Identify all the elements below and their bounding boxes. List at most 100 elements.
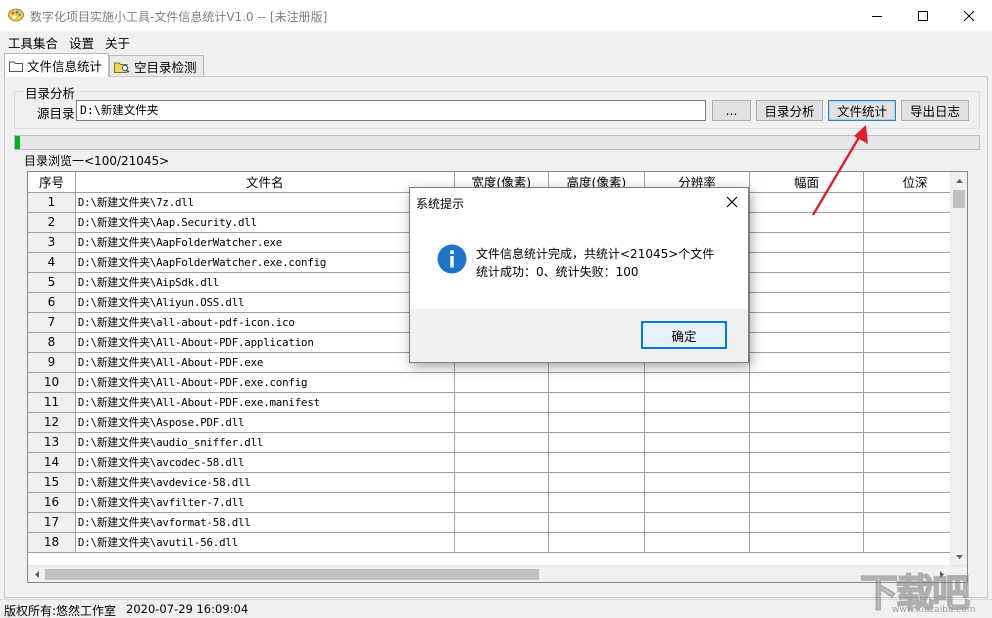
- row-filename-cell[interactable]: D:\新建文件夹\Aspose.PDF.dll: [75, 412, 455, 433]
- table-row[interactable]: 17 D:\新建文件夹\avformat-58.dll: [28, 512, 967, 533]
- row-empty-cell[interactable]: [749, 372, 864, 393]
- row-filename-cell[interactable]: D:\新建文件夹\avcodec-58.dll: [75, 452, 455, 473]
- row-empty-cell[interactable]: [749, 432, 864, 453]
- row-empty-cell[interactable]: [548, 412, 645, 433]
- tab-empty-dir[interactable]: 空目录检测: [109, 55, 204, 77]
- row-empty-cell[interactable]: [749, 272, 864, 293]
- row-empty-cell[interactable]: [749, 292, 864, 313]
- row-empty-cell[interactable]: [644, 412, 751, 433]
- row-empty-cell[interactable]: [454, 432, 549, 453]
- row-empty-cell[interactable]: [454, 412, 549, 433]
- table-row[interactable]: 14 D:\新建文件夹\avcodec-58.dll: [28, 452, 967, 473]
- menu-about[interactable]: 关于: [97, 31, 133, 51]
- row-empty-cell[interactable]: [548, 432, 645, 453]
- row-empty-cell[interactable]: [749, 312, 864, 333]
- export-log-button[interactable]: 导出日志: [901, 100, 969, 121]
- row-filename-cell[interactable]: D:\新建文件夹\avformat-58.dll: [75, 512, 455, 533]
- app-icon: [8, 8, 24, 22]
- close-icon[interactable]: [724, 194, 740, 210]
- row-empty-cell[interactable]: [454, 492, 549, 513]
- dialog-ok-button[interactable]: 确定: [641, 321, 727, 349]
- row-index-cell: 5: [28, 272, 76, 293]
- row-empty-cell[interactable]: [548, 492, 645, 513]
- row-empty-cell[interactable]: [454, 392, 549, 413]
- row-empty-cell[interactable]: [548, 452, 645, 473]
- row-empty-cell[interactable]: [749, 492, 864, 513]
- horizontal-scrollbar[interactable]: [28, 565, 967, 582]
- vertical-scroll-thumb[interactable]: [953, 190, 965, 208]
- row-empty-cell[interactable]: [749, 452, 864, 473]
- row-empty-cell[interactable]: [749, 472, 864, 493]
- row-empty-cell[interactable]: [454, 372, 549, 393]
- tab-file-stats[interactable]: 文件信息统计: [4, 53, 110, 77]
- row-filename-cell[interactable]: D:\新建文件夹\avutil-56.dll: [75, 532, 455, 553]
- row-filename-cell[interactable]: D:\新建文件夹\AapFolderWatcher.exe: [75, 232, 455, 253]
- table-row[interactable]: 15 D:\新建文件夹\avdevice-58.dll: [28, 472, 967, 493]
- row-empty-cell[interactable]: [644, 372, 751, 393]
- row-empty-cell[interactable]: [749, 252, 864, 273]
- row-filename-cell[interactable]: D:\新建文件夹\audio_sniffer.dll: [75, 432, 455, 453]
- scroll-up-icon[interactable]: [951, 172, 967, 189]
- row-filename-cell[interactable]: D:\新建文件夹\AipSdk.dll: [75, 272, 455, 293]
- row-empty-cell[interactable]: [749, 412, 864, 433]
- menu-tools[interactable]: 工具集合: [0, 31, 61, 51]
- row-empty-cell[interactable]: [644, 472, 751, 493]
- row-filename-cell[interactable]: D:\新建文件夹\7z.dll: [75, 192, 455, 213]
- row-empty-cell[interactable]: [548, 512, 645, 533]
- row-empty-cell[interactable]: [454, 532, 549, 553]
- row-filename-cell[interactable]: D:\新建文件夹\All-About-PDF.exe: [75, 352, 455, 373]
- row-index-cell: 9: [28, 352, 76, 373]
- row-filename-cell[interactable]: D:\新建文件夹\Aap.Security.dll: [75, 212, 455, 233]
- row-empty-cell[interactable]: [548, 472, 645, 493]
- row-empty-cell[interactable]: [644, 512, 751, 533]
- scroll-left-icon[interactable]: [28, 566, 45, 582]
- close-button[interactable]: [946, 0, 992, 31]
- row-empty-cell[interactable]: [644, 532, 751, 553]
- row-empty-cell[interactable]: [644, 392, 751, 413]
- table-row[interactable]: 18 D:\新建文件夹\avutil-56.dll: [28, 532, 967, 553]
- row-filename-cell[interactable]: D:\新建文件夹\All-About-PDF.exe.config: [75, 372, 455, 393]
- row-index-cell: 2: [28, 212, 76, 233]
- minimize-button[interactable]: [854, 0, 900, 31]
- row-empty-cell[interactable]: [749, 532, 864, 553]
- col-header-index[interactable]: 序号: [28, 172, 76, 193]
- col-header-filename[interactable]: 文件名: [75, 172, 455, 193]
- row-empty-cell[interactable]: [454, 452, 549, 473]
- row-empty-cell[interactable]: [454, 512, 549, 533]
- row-filename-cell[interactable]: D:\新建文件夹\Aliyun.OSS.dll: [75, 292, 455, 313]
- file-stats-button[interactable]: 文件统计: [828, 100, 896, 121]
- row-filename-cell[interactable]: D:\新建文件夹\avfilter-7.dll: [75, 492, 455, 513]
- row-empty-cell[interactable]: [644, 452, 751, 473]
- row-empty-cell[interactable]: [644, 492, 751, 513]
- row-empty-cell[interactable]: [749, 332, 864, 353]
- row-filename-cell[interactable]: D:\新建文件夹\AapFolderWatcher.exe.config: [75, 252, 455, 273]
- table-row[interactable]: 12 D:\新建文件夹\Aspose.PDF.dll: [28, 412, 967, 433]
- table-row[interactable]: 11 D:\新建文件夹\All-About-PDF.exe.manifest: [28, 392, 967, 413]
- table-row[interactable]: 13 D:\新建文件夹\audio_sniffer.dll: [28, 432, 967, 453]
- watermark-url: www.xiazaiba.com: [892, 605, 976, 615]
- analyze-dir-button[interactable]: 目录分析: [756, 100, 823, 121]
- row-empty-cell[interactable]: [749, 512, 864, 533]
- site-watermark: 下载吧 www.xiazaiba.com: [858, 562, 988, 616]
- table-row[interactable]: 10 D:\新建文件夹\All-About-PDF.exe.config: [28, 372, 967, 393]
- maximize-button[interactable]: [900, 0, 946, 31]
- menu-settings[interactable]: 设置: [61, 31, 97, 51]
- row-filename-cell[interactable]: D:\新建文件夹\all-about-pdf-icon.ico: [75, 312, 455, 333]
- row-empty-cell[interactable]: [749, 352, 864, 373]
- row-filename-cell[interactable]: D:\新建文件夹\All-About-PDF.application: [75, 332, 455, 353]
- row-empty-cell[interactable]: [749, 232, 864, 253]
- row-empty-cell[interactable]: [548, 532, 645, 553]
- table-row[interactable]: 16 D:\新建文件夹\avfilter-7.dll: [28, 492, 967, 513]
- row-empty-cell[interactable]: [548, 372, 645, 393]
- close-icon: [964, 10, 974, 21]
- row-empty-cell[interactable]: [644, 432, 751, 453]
- row-filename-cell[interactable]: D:\新建文件夹\All-About-PDF.exe.manifest: [75, 392, 455, 413]
- browse-button[interactable]: ...: [712, 100, 751, 121]
- row-empty-cell[interactable]: [454, 472, 549, 493]
- vertical-scrollbar[interactable]: [950, 172, 967, 565]
- horizontal-scroll-thumb[interactable]: [45, 569, 539, 580]
- source-dir-input[interactable]: D:\新建文件夹: [76, 100, 706, 121]
- row-filename-cell[interactable]: D:\新建文件夹\avdevice-58.dll: [75, 472, 455, 493]
- row-empty-cell[interactable]: [548, 392, 645, 413]
- row-empty-cell[interactable]: [749, 392, 864, 413]
